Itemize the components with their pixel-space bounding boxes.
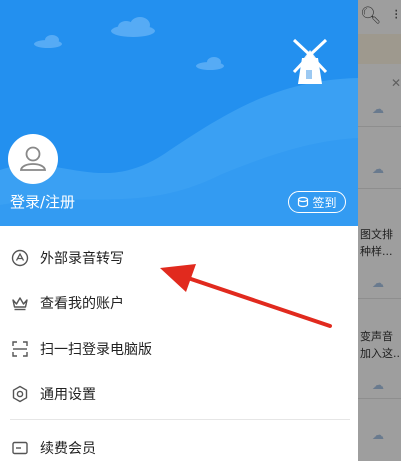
coin-icon bbox=[298, 196, 309, 208]
checkin-button[interactable]: 签到 bbox=[288, 191, 346, 213]
menu-item-my-account[interactable]: 查看我的账户 bbox=[0, 281, 358, 325]
menu-item-label: 查看我的账户 bbox=[40, 296, 124, 312]
menu-item-general-settings[interactable]: 通用设置 bbox=[0, 372, 358, 416]
gear-icon bbox=[10, 384, 30, 404]
checkin-label: 签到 bbox=[312, 195, 337, 210]
menu-item-renew-membership[interactable]: 续费会员 bbox=[0, 426, 358, 461]
menu-item-label: 外部录音转写 bbox=[40, 251, 124, 267]
user-icon bbox=[19, 146, 47, 171]
divider bbox=[10, 419, 350, 420]
menu-item-label: 通用设置 bbox=[40, 387, 96, 403]
navigation-drawer: 登录/注册 签到 外部录音转写 查看我的账户 扫一扫登录电脑版 通用设置 续费会… bbox=[0, 0, 358, 461]
menu-item-label: 扫一扫登录电脑版 bbox=[40, 342, 152, 358]
menu-item-scan-login[interactable]: 扫一扫登录电脑版 bbox=[0, 327, 358, 371]
avatar[interactable] bbox=[8, 134, 58, 184]
drawer-header: 登录/注册 签到 bbox=[0, 0, 358, 226]
menu-item-label: 续费会员 bbox=[40, 441, 96, 457]
scan-icon bbox=[10, 339, 30, 359]
login-register-link[interactable]: 登录/注册 bbox=[10, 191, 75, 212]
windmill-icon bbox=[292, 38, 328, 84]
menu-item-external-transcription[interactable]: 外部录音转写 bbox=[0, 236, 358, 280]
crown-icon bbox=[10, 293, 30, 313]
drawer-scrim[interactable] bbox=[358, 0, 401, 461]
membership-card-icon bbox=[10, 438, 30, 458]
record-transcribe-icon bbox=[10, 248, 30, 268]
